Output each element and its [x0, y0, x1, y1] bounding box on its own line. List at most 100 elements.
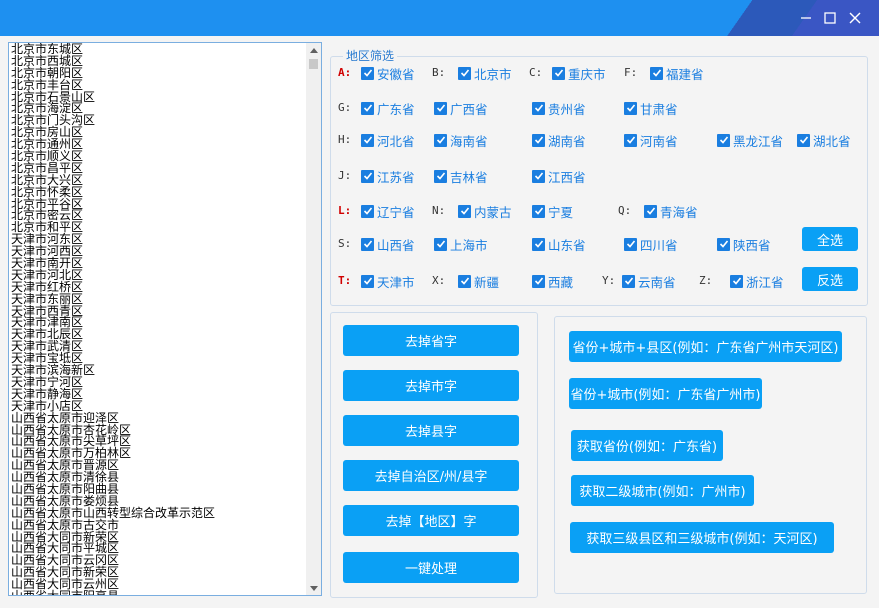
province-checkbox[interactable]: 广西省: [434, 100, 488, 117]
checkbox-checked-icon: [458, 274, 471, 288]
province-label: 广东省: [377, 101, 415, 117]
checkbox-checked-icon: [552, 66, 565, 80]
checkbox-checked-icon: [434, 237, 447, 251]
province-checkbox[interactable]: 广东省: [361, 100, 415, 117]
remove-autonomous-button[interactable]: 去掉自治区/州/县字: [343, 460, 519, 491]
get-city-button[interactable]: 获取二级城市(例如：广州市): [571, 475, 754, 506]
province-label: 浙江省: [746, 274, 784, 290]
get-province-button[interactable]: 获取省份(例如：广东省): [571, 430, 723, 461]
province-label: 河南省: [640, 133, 678, 149]
letter-label: T:: [338, 274, 352, 287]
address-list[interactable]: 北京市东城区 北京市西城区 北京市朝阳区 北京市丰台区 北京市石景山区 北京市海淀区 北京市…: [8, 42, 322, 596]
province-checkbox[interactable]: 内蒙古: [458, 203, 512, 220]
minimize-icon[interactable]: [797, 9, 815, 27]
checkbox-checked-icon: [361, 274, 374, 288]
province-checkbox[interactable]: 甘肃省: [624, 100, 678, 117]
province-checkbox[interactable]: 河北省: [361, 132, 415, 149]
remove-province-button[interactable]: 去掉省字: [343, 325, 519, 356]
province-checkbox[interactable]: 天津市: [361, 273, 415, 290]
letter-label: F:: [624, 66, 638, 79]
checkbox-checked-icon: [797, 133, 810, 147]
province-label: 福建省: [666, 66, 704, 82]
letter-label: C:: [529, 66, 543, 79]
invert-selection-button[interactable]: 反选: [802, 267, 858, 291]
checkbox-checked-icon: [717, 133, 730, 147]
province-checkbox[interactable]: 北京市: [458, 65, 512, 82]
province-checkbox[interactable]: 浙江省: [730, 273, 784, 290]
province-checkbox[interactable]: 青海省: [644, 203, 698, 220]
province-label: 四川省: [640, 237, 678, 253]
province-label: 吉林省: [450, 169, 488, 185]
remove-county-button[interactable]: 去掉县字: [343, 415, 519, 446]
province-label: 上海市: [450, 237, 488, 253]
checkbox-checked-icon: [622, 274, 635, 288]
province-checkbox[interactable]: 西藏: [532, 273, 574, 290]
province-label: 湖北省: [813, 133, 851, 149]
province-label: 青海省: [660, 204, 698, 220]
province-checkbox[interactable]: 山西省: [361, 236, 415, 253]
scroll-up-icon[interactable]: [306, 43, 321, 57]
province-checkbox[interactable]: 云南省: [622, 273, 676, 290]
province-checkbox[interactable]: 黑龙江省: [717, 132, 783, 149]
one-click-process-button[interactable]: 一键处理: [343, 552, 519, 583]
province-label: 海南省: [450, 133, 488, 149]
province-checkbox[interactable]: 宁夏: [532, 203, 574, 220]
checkbox-checked-icon: [361, 169, 374, 183]
letter-label: X:: [432, 274, 446, 287]
province-checkbox[interactable]: 辽宁省: [361, 203, 415, 220]
province-checkbox[interactable]: 湖北省: [797, 132, 851, 149]
letter-label: G:: [338, 101, 352, 114]
province-checkbox[interactable]: 四川省: [624, 236, 678, 253]
province-checkbox[interactable]: 陕西省: [717, 236, 771, 253]
checkbox-checked-icon: [532, 169, 545, 183]
letter-label: H:: [338, 133, 352, 146]
close-icon[interactable]: [846, 9, 864, 27]
province-checkbox[interactable]: 海南省: [434, 132, 488, 149]
province-label: 辽宁省: [377, 204, 415, 220]
province-label: 西藏: [548, 274, 574, 290]
letter-label: S:: [338, 237, 352, 250]
province-checkbox[interactable]: 福建省: [650, 65, 704, 82]
region-filter-legend: 地区筛选: [343, 49, 398, 63]
province-label: 宁夏: [548, 204, 574, 220]
checkbox-checked-icon: [532, 237, 545, 251]
maximize-icon[interactable]: [821, 9, 839, 27]
checkbox-checked-icon: [434, 101, 447, 115]
checkbox-checked-icon: [532, 274, 545, 288]
checkbox-checked-icon: [434, 133, 447, 147]
province-city-county-button[interactable]: 省份+城市+县区(例如：广东省广州市天河区): [569, 331, 842, 362]
remove-region-button[interactable]: 去掉【地区】字: [343, 505, 519, 536]
remove-city-button[interactable]: 去掉市字: [343, 370, 519, 401]
province-checkbox[interactable]: 新疆: [458, 273, 500, 290]
checkbox-checked-icon: [532, 204, 545, 218]
address-list-items: 北京市东城区 北京市西城区 北京市朝阳区 北京市丰台区 北京市石景山区 北京市海淀区 北京市…: [11, 43, 305, 595]
province-checkbox[interactable]: 江苏省: [361, 168, 415, 185]
letter-label: Q:: [618, 204, 632, 217]
province-city-button[interactable]: 省份+城市(例如：广东省广州市): [569, 378, 762, 409]
letter-label: Z:: [699, 274, 713, 287]
province-checkbox[interactable]: 上海市: [434, 236, 488, 253]
scroll-thumb[interactable]: [309, 59, 318, 69]
checkbox-checked-icon: [361, 101, 374, 115]
province-checkbox[interactable]: 重庆市: [552, 65, 606, 82]
province-checkbox[interactable]: 河南省: [624, 132, 678, 149]
province-checkbox[interactable]: 山东省: [532, 236, 586, 253]
get-county-button[interactable]: 获取三级县区和三级城市(例如：天河区): [570, 522, 834, 553]
list-item[interactable]: 山西省大同市阳高县: [11, 590, 305, 595]
province-checkbox[interactable]: 安徽省: [361, 65, 415, 82]
letter-label: N:: [432, 204, 446, 217]
letter-label: Y:: [602, 274, 616, 287]
checkbox-checked-icon: [532, 133, 545, 147]
select-all-button[interactable]: 全选: [802, 227, 858, 251]
checkbox-checked-icon: [650, 66, 663, 80]
title-bar: [0, 0, 879, 36]
checkbox-checked-icon: [458, 66, 471, 80]
list-scrollbar[interactable]: [306, 43, 321, 595]
province-checkbox[interactable]: 湖南省: [532, 132, 586, 149]
province-checkbox[interactable]: 贵州省: [532, 100, 586, 117]
province-checkbox[interactable]: 江西省: [532, 168, 586, 185]
province-checkbox[interactable]: 吉林省: [434, 168, 488, 185]
province-label: 安徽省: [377, 66, 415, 82]
province-label: 新疆: [474, 274, 500, 290]
scroll-down-icon[interactable]: [306, 581, 321, 595]
